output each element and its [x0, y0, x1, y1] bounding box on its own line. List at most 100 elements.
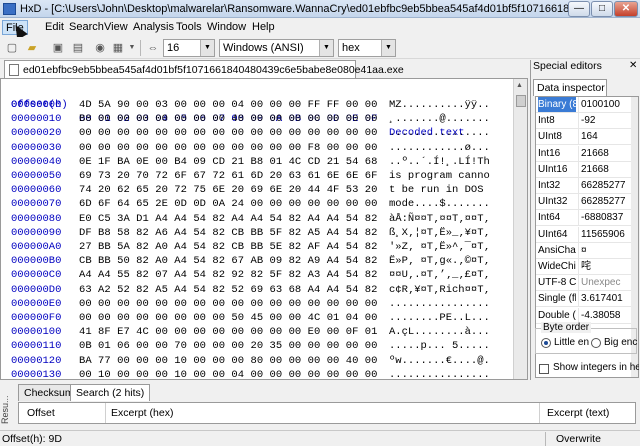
inspector-row[interactable]: UInt64 11565906: [536, 226, 638, 243]
open-folder-icon[interactable]: ▰: [24, 40, 40, 56]
row-hex-bytes[interactable]: 6D 6F 64 65 2E 0D 0D 0A 24 00 00 00 00 0…: [79, 197, 378, 211]
row-decoded-text[interactable]: ................: [389, 297, 490, 311]
inspector-row[interactable]: Int16 21668: [536, 145, 638, 162]
scroll-thumb[interactable]: [516, 95, 526, 107]
row-decoded-text[interactable]: A.çL........à...: [389, 325, 490, 339]
new-file-icon[interactable]: ▢: [4, 40, 20, 56]
row-decoded-text[interactable]: ºw.......€....@.: [389, 354, 490, 368]
row-decoded-text[interactable]: mode....$.......: [389, 197, 490, 211]
row-hex-bytes[interactable]: 00 00 00 00 00 00 00 00 00 00 00 00 F8 0…: [79, 141, 378, 155]
row-decoded-text[interactable]: ............ø...: [389, 141, 490, 155]
offset-base-select[interactable]: hex ▼: [338, 39, 396, 57]
inspector-row[interactable]: Binary (8 0100100: [536, 97, 638, 113]
scroll-up-icon[interactable]: ▲: [516, 82, 523, 89]
row-decoded-text[interactable]: Ë»P‚ ¤T‚g«.‚©¤T‚: [389, 254, 490, 268]
menu-view[interactable]: View: [101, 20, 131, 35]
row-decoded-text[interactable]: t be run in DOS: [389, 183, 490, 197]
row-hex-bytes[interactable]: 00 00 00 00 00 00 00 00 00 00 00 00 00 0…: [79, 126, 378, 140]
menu-tools[interactable]: Tools: [173, 20, 205, 35]
row-hex-bytes[interactable]: BA 77 00 00 00 10 00 00 00 80 00 00 00 0…: [79, 354, 378, 368]
row-hex-bytes[interactable]: 74 20 62 65 20 72 75 6E 20 69 6E 20 44 4…: [79, 183, 378, 197]
row-hex-bytes[interactable]: B8 00 00 00 00 00 00 00 40 00 00 00 00 0…: [79, 112, 378, 126]
column-offset[interactable]: Offset: [27, 407, 55, 419]
row-hex-bytes[interactable]: 63 A2 52 82 A5 A4 54 82 52 69 63 68 A4 A…: [79, 283, 378, 297]
hex-editor[interactable]: Offset(h) 00 01 02 03 04 05 06 07 08 09 …: [0, 78, 528, 380]
row-hex-bytes[interactable]: 0E 1F BA 0E 00 B4 09 CD 21 B8 01 4C CD 2…: [79, 155, 378, 169]
inspector-value[interactable]: 21668: [578, 161, 630, 177]
row-hex-bytes[interactable]: DF B8 58 82 A6 A4 54 82 CB BB 5F 82 A5 A…: [79, 226, 378, 240]
close-window-button[interactable]: ✕: [614, 1, 638, 17]
menu-window[interactable]: Window: [204, 20, 249, 35]
inspector-value[interactable]: 0100100: [578, 97, 630, 112]
inspector-value[interactable]: 21668: [578, 145, 630, 161]
maximize-button[interactable]: □: [591, 1, 613, 17]
minimize-button[interactable]: —: [568, 1, 590, 17]
inspector-value[interactable]: 咤: [578, 259, 630, 274]
charset-select[interactable]: Windows (ANSI) ▼: [219, 39, 334, 57]
inspector-value[interactable]: 164: [578, 129, 630, 145]
row-hex-bytes[interactable]: 69 73 20 70 72 6F 67 72 61 6D 20 63 61 6…: [79, 169, 378, 183]
chevron-down-icon[interactable]: ▼: [200, 40, 214, 56]
inspector-row[interactable]: WideChi 咤: [536, 259, 638, 275]
row-hex-bytes[interactable]: E0 C5 3A D1 A4 A4 54 82 A4 A4 54 82 A4 A…: [79, 212, 378, 226]
row-decoded-text[interactable]: '»Z‚ ¤T‚Ë»^‚¯¤T‚: [389, 240, 490, 254]
row-decoded-text[interactable]: MZ..........ÿÿ..: [389, 98, 490, 112]
inspector-row[interactable]: Int64 -6880837: [536, 210, 638, 227]
row-decoded-text[interactable]: .....p... 5.....: [389, 339, 490, 353]
chevron-down-icon[interactable]: ▼: [319, 40, 333, 56]
inspector-row[interactable]: Int32 66285277: [536, 178, 638, 194]
inspector-value[interactable]: 66285277: [578, 178, 630, 193]
column-divider[interactable]: [539, 403, 540, 423]
inspector-value[interactable]: 3.617401: [578, 291, 630, 307]
inspector-row[interactable]: UTF-8 C Unexpec: [536, 275, 638, 292]
little-endian-radio[interactable]: [541, 338, 551, 348]
row-hex-bytes[interactable]: 0B 01 06 00 00 70 00 00 00 20 35 00 00 0…: [79, 339, 378, 353]
chevron-down-icon[interactable]: ▼: [381, 40, 395, 56]
column-excerpt-text[interactable]: Excerpt (text): [547, 407, 609, 419]
row-hex-bytes[interactable]: 00 00 00 00 00 00 00 00 00 00 00 00 00 0…: [79, 297, 378, 311]
row-hex-bytes[interactable]: CB BB 50 82 A0 A4 54 82 67 AB 09 82 A9 A…: [79, 254, 378, 268]
save-icon[interactable]: ▣: [50, 40, 66, 56]
column-excerpt-hex[interactable]: Excerpt (hex): [111, 407, 173, 419]
row-hex-bytes[interactable]: 27 BB 5A 82 A0 A4 54 82 CB BB 5E 82 AF A…: [79, 240, 378, 254]
inspector-row[interactable]: AnsiCha ¤: [536, 242, 638, 259]
inspector-value[interactable]: ¤: [578, 242, 630, 258]
row-decoded-text[interactable]: ¸.......@.......: [389, 112, 490, 126]
tab-data-inspector[interactable]: Data inspector: [533, 79, 607, 96]
inspector-row[interactable]: Int8 -92: [536, 113, 638, 130]
row-hex-bytes[interactable]: A4 A4 55 82 07 A4 54 82 92 82 5F 82 A3 A…: [79, 268, 378, 282]
row-decoded-text[interactable]: ................: [389, 126, 490, 140]
menu-edit[interactable]: Edit: [42, 20, 67, 35]
inspector-row[interactable]: UInt32 66285277: [536, 194, 638, 211]
big-endian-radio[interactable]: [591, 338, 601, 348]
save-all-icon[interactable]: ▤: [70, 40, 86, 56]
row-decoded-text[interactable]: ........PE..L...: [389, 311, 490, 325]
row-decoded-text[interactable]: ................: [389, 368, 490, 379]
disk-icon[interactable]: ◉: [92, 40, 108, 56]
inspector-row[interactable]: UInt16 21668: [536, 161, 638, 178]
search-results-table[interactable]: Offset Excerpt (hex) Excerpt (text): [18, 402, 636, 424]
row-hex-bytes[interactable]: 4D 5A 90 00 03 00 00 00 04 00 00 00 FF F…: [79, 98, 378, 112]
inspector-value[interactable]: -6880837: [578, 210, 630, 226]
row-decoded-text[interactable]: is program canno: [389, 169, 490, 183]
row-decoded-text[interactable]: ..º..´.Í!¸.LÍ!Th: [389, 155, 490, 169]
inspector-row[interactable]: UInt8 164: [536, 129, 638, 146]
row-hex-bytes[interactable]: 00 00 00 00 00 00 00 00 50 45 00 00 4C 0…: [79, 311, 378, 325]
row-decoded-text[interactable]: c¢R‚¥¤T‚Rich¤¤T‚: [389, 283, 490, 297]
menu-analysis[interactable]: Analysis: [130, 20, 177, 35]
close-icon[interactable]: ✕: [629, 60, 637, 71]
row-hex-bytes[interactable]: 00 10 00 00 00 10 00 00 04 00 00 00 00 0…: [79, 368, 378, 379]
row-hex-bytes[interactable]: 41 8F E7 4C 00 00 00 00 00 00 00 00 E0 0…: [79, 325, 378, 339]
row-decoded-text[interactable]: ß¸X‚¦¤T‚Ë»_‚¥¤T‚: [389, 226, 490, 240]
inspector-value[interactable]: -4.38058: [578, 307, 630, 323]
tab-search-hits[interactable]: Search (2 hits): [70, 384, 151, 401]
inspector-value[interactable]: Unexpec: [578, 275, 630, 291]
row-decoded-text[interactable]: ¤¤U‚.¤T‚’‚_‚£¤T‚: [389, 268, 490, 282]
column-divider[interactable]: [105, 403, 106, 423]
editor-vertical-scrollbar[interactable]: ▲: [513, 79, 527, 379]
row-decoded-text[interactable]: àÅ:Ñ¤¤T‚¤¤T‚¤¤T‚: [389, 212, 490, 226]
show-integers-hex-checkbox[interactable]: [539, 364, 549, 374]
bytes-per-row-select[interactable]: 16 ▼: [163, 39, 215, 57]
inspector-value[interactable]: -92: [578, 113, 630, 129]
inspector-value[interactable]: 11565906: [578, 226, 630, 242]
